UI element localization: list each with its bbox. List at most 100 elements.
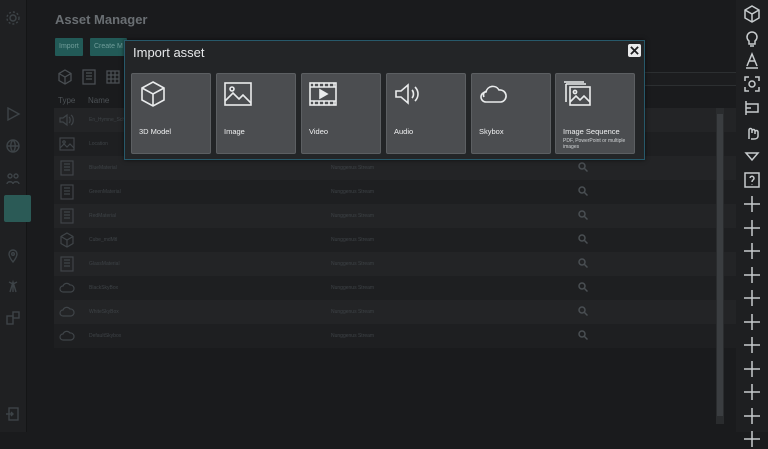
- tile-label: Image Sequence: [563, 127, 620, 136]
- text-icon[interactable]: [742, 50, 762, 70]
- material-icon: [58, 183, 76, 201]
- asset-name: BlackSkyBox: [89, 285, 119, 291]
- image-icon: [223, 80, 253, 108]
- create-material-button[interactable]: Create M: [90, 38, 127, 56]
- material-icon: [58, 207, 76, 225]
- add-slot-icon[interactable]: [742, 359, 762, 379]
- video-icon: [308, 80, 338, 108]
- preview-search-icon[interactable]: [578, 162, 589, 173]
- import-tile-image[interactable]: Image: [216, 73, 296, 154]
- material-filter-icon[interactable]: [80, 68, 98, 86]
- preview-search-icon[interactable]: [578, 234, 589, 245]
- audio-icon: [58, 111, 76, 129]
- dialog-title: Import asset: [133, 45, 205, 60]
- skybox-icon: [58, 279, 76, 297]
- play-icon[interactable]: [3, 104, 23, 124]
- material-icon: [58, 255, 76, 273]
- import-tile-3d-model[interactable]: 3D Model: [131, 73, 211, 154]
- cloud-icon: [478, 80, 508, 108]
- preview-search-icon[interactable]: [578, 306, 589, 317]
- scrollbar[interactable]: [716, 108, 724, 424]
- asset-name: DefaultSkybox: [89, 333, 122, 339]
- add-slot-icon[interactable]: [742, 429, 762, 449]
- page-title: Asset Manager: [55, 12, 148, 27]
- add-slot-icon[interactable]: [742, 218, 762, 238]
- tile-label: Video: [309, 127, 329, 136]
- table-row[interactable]: BlackSkyBox Nunggenus Stream: [54, 276, 744, 300]
- cube-filter-icon[interactable]: [56, 68, 74, 86]
- table-row[interactable]: DefaultSkybox Nunggenus Stream: [54, 324, 744, 348]
- cube-icon[interactable]: [742, 4, 762, 24]
- close-icon: [630, 46, 639, 55]
- asset-name: GreenMaterial: [89, 189, 121, 195]
- asset-owner: Nunggenus Stream: [331, 237, 375, 243]
- dropdown-icon[interactable]: [742, 146, 762, 166]
- add-slot-icon[interactable]: [742, 265, 762, 285]
- audio-icon: [393, 80, 423, 108]
- focus-icon[interactable]: [742, 74, 762, 94]
- import-tile-skybox[interactable]: Skybox: [471, 73, 551, 154]
- add-slot-icon[interactable]: [742, 241, 762, 261]
- preview-search-icon[interactable]: [578, 330, 589, 341]
- asset-owner: Nunggenus Stream: [331, 189, 375, 195]
- material-icon: [58, 159, 76, 177]
- asset-owner: Nunggenus Stream: [331, 309, 375, 315]
- asset-owner: Nunggenus Stream: [331, 261, 375, 267]
- hierarchy-icon[interactable]: [742, 98, 762, 118]
- add-slot-icon[interactable]: [742, 312, 762, 332]
- asset-owner: Nunggenus Stream: [331, 333, 375, 339]
- preview-search-icon[interactable]: [578, 186, 589, 197]
- right-toolbar: [736, 0, 768, 447]
- column-name[interactable]: Name: [88, 96, 109, 105]
- image-icon: [58, 135, 76, 153]
- table-row[interactable]: Cube_mdMtl Nunggenus Stream: [54, 228, 744, 252]
- location-pin-icon[interactable]: [3, 246, 23, 266]
- scrollbar-thumb[interactable]: [717, 114, 723, 416]
- skybox-icon: [58, 303, 76, 321]
- add-slot-icon[interactable]: [742, 288, 762, 308]
- add-slot-icon[interactable]: [742, 194, 762, 214]
- add-slot-icon[interactable]: [742, 382, 762, 402]
- globe-icon[interactable]: [3, 136, 23, 156]
- asset-name: BlueMaterial: [89, 165, 117, 171]
- type-filter-icons: [56, 68, 122, 86]
- preview-search-icon[interactable]: [578, 258, 589, 269]
- left-toolbar: [0, 0, 31, 432]
- settings-icon[interactable]: [3, 8, 23, 28]
- import-tile-image-sequence[interactable]: Image Sequence PDF, PowerPoint or multip…: [555, 73, 635, 154]
- image-stack-icon: [562, 80, 592, 108]
- grid-filter-icon[interactable]: [104, 68, 122, 86]
- preview-search-icon[interactable]: [578, 210, 589, 221]
- cube-icon: [138, 80, 168, 108]
- close-button[interactable]: [628, 44, 641, 57]
- add-slot-icon[interactable]: [742, 335, 762, 355]
- asset-owner: Nunggenus Stream: [331, 285, 375, 291]
- model-icon: [58, 231, 76, 249]
- exit-icon[interactable]: [3, 404, 23, 424]
- users-icon[interactable]: [3, 168, 23, 188]
- asset-name: Cube_mdMtl: [89, 237, 118, 243]
- tile-label: Skybox: [479, 127, 504, 136]
- add-slot-icon[interactable]: [742, 406, 762, 426]
- table-row[interactable]: WhiteSkyBox Nunggenus Stream: [54, 300, 744, 324]
- tile-label: Audio: [394, 127, 414, 136]
- column-type[interactable]: Type: [58, 96, 75, 105]
- import-tile-audio[interactable]: Audio: [386, 73, 466, 154]
- lightbulb-icon[interactable]: [742, 28, 762, 48]
- import-tile-video[interactable]: Video: [301, 73, 381, 154]
- puzzle-icon[interactable]: [3, 308, 23, 328]
- import-button[interactable]: Import: [55, 38, 83, 56]
- table-row[interactable]: RedMaterial Nunggenus Stream: [54, 204, 744, 228]
- asset-name: Location: [89, 141, 108, 147]
- help-icon[interactable]: [742, 170, 762, 190]
- import-asset-dialog: Import asset 3D Model Image Video Audio …: [124, 40, 645, 160]
- tile-subtitle: PDF, PowerPoint or multiple images: [563, 138, 626, 150]
- antenna-icon[interactable]: [3, 276, 23, 296]
- asset-name: RedMaterial: [89, 213, 116, 219]
- tile-label: Image: [224, 127, 245, 136]
- skybox-icon: [58, 327, 76, 345]
- preview-search-icon[interactable]: [578, 282, 589, 293]
- table-row[interactable]: GreenMaterial Nunggenus Stream: [54, 180, 744, 204]
- table-row[interactable]: GlassMaterial Nunggenus Stream: [54, 252, 744, 276]
- hand-icon[interactable]: [742, 122, 762, 142]
